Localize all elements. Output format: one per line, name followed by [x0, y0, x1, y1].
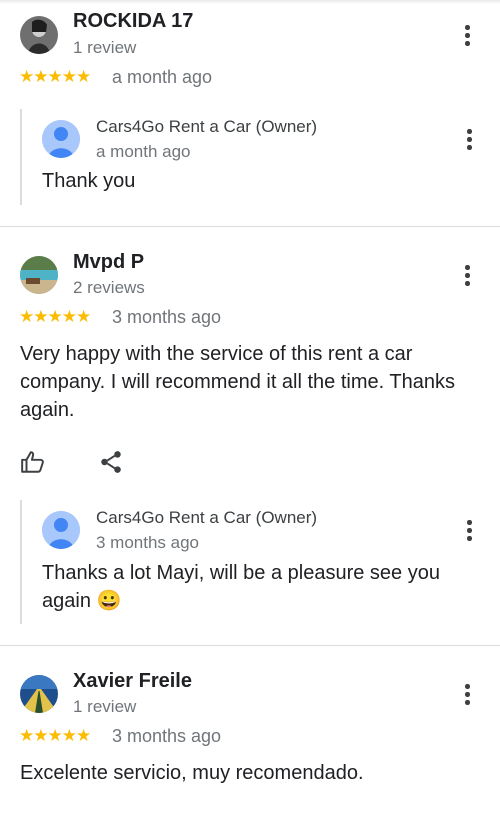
- owner-avatar: [42, 511, 80, 549]
- owner-reply-date: 3 months ago: [96, 533, 200, 552]
- owner-name: Cars4Go Rent a Car (Owner): [96, 508, 318, 527]
- more-options-icon[interactable]: [455, 23, 479, 47]
- owner-avatar: [42, 120, 80, 158]
- review-date: a month ago: [112, 67, 213, 87]
- reviewer-name[interactable]: Mvpd P: [73, 251, 144, 274]
- owner-reply-text: Thank you: [42, 170, 136, 192]
- share-icon[interactable]: [98, 449, 124, 475]
- more-options-icon[interactable]: [457, 518, 481, 542]
- reviewer-avatar[interactable]: [20, 256, 58, 294]
- star-rating: ★★★★★: [19, 726, 91, 745]
- reviewer-avatar[interactable]: [20, 675, 58, 713]
- thumbs-up-icon[interactable]: [20, 449, 46, 475]
- star-rating: ★★★★★: [19, 307, 91, 326]
- reviewer-avatar[interactable]: [20, 16, 58, 54]
- review-date: 3 months ago: [112, 307, 222, 327]
- reviewer-review-count: 2 reviews: [73, 278, 145, 297]
- owner-reply-date: a month ago: [96, 142, 191, 161]
- review-date: 3 months ago: [112, 726, 222, 746]
- reviewer-review-count: 1 review: [73, 38, 137, 57]
- more-options-icon[interactable]: [457, 127, 481, 151]
- owner-name: Cars4Go Rent a Car (Owner): [96, 117, 318, 136]
- review-text: Excelente servicio, muy recomendado.: [20, 762, 364, 784]
- reviewer-review-count: 1 review: [73, 697, 137, 716]
- more-options-icon[interactable]: [455, 263, 479, 287]
- reviewer-name[interactable]: Xavier Freile: [73, 670, 192, 693]
- review-divider: [0, 226, 500, 227]
- star-rating: ★★★★★: [19, 67, 91, 86]
- top-shadow: [0, 0, 500, 4]
- reviewer-name[interactable]: ROCKIDA 17: [73, 10, 193, 33]
- owner-reply-text: Thanks a lot Mayi, will be a pleasure se…: [42, 562, 440, 612]
- more-options-icon[interactable]: [455, 682, 479, 706]
- owner-reply: Cars4Go Rent a Car (Owner) a month ago T…: [20, 109, 492, 205]
- review-text: Very happy with the service of this rent…: [20, 343, 455, 421]
- owner-reply: Cars4Go Rent a Car (Owner) 3 months ago …: [20, 500, 492, 624]
- review-divider: [0, 645, 500, 646]
